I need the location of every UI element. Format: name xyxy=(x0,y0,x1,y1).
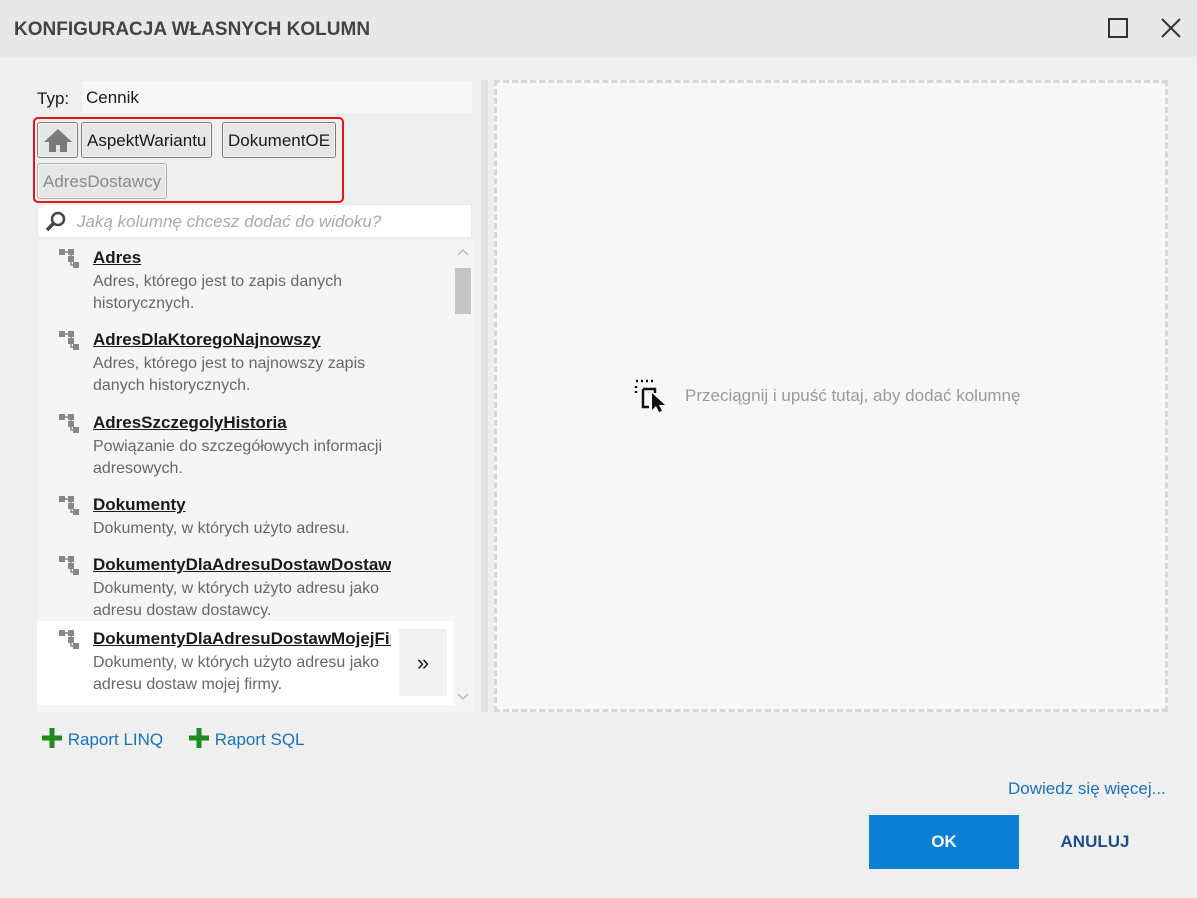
breadcrumb: AspektWariantu DokumentOE AdresDostawcy xyxy=(33,117,344,203)
add-linq-report-label: Raport LINQ xyxy=(67,730,164,749)
item-description: Adres, którego jest to najnowszy zapis d… xyxy=(93,355,366,394)
maximize-icon xyxy=(1108,18,1128,38)
relation-icon xyxy=(59,630,79,649)
search-placeholder: Jaką kolumnę chcesz dodać do widoku? xyxy=(77,212,382,231)
home-button[interactable] xyxy=(37,122,78,158)
maximize-button[interactable] xyxy=(1104,14,1132,42)
add-sql-report-link[interactable]: Raport SQL xyxy=(188,727,305,750)
plus-icon xyxy=(189,728,209,748)
learn-more-link[interactable]: Dowiedz się więcej... xyxy=(1008,779,1166,799)
cancel-button[interactable]: ANULUJ xyxy=(1045,815,1145,869)
scroll-down-icon xyxy=(457,693,469,701)
home-icon xyxy=(44,129,72,152)
plus-icon xyxy=(42,728,62,748)
item-name[interactable]: DokumentyDlaAdresuDostawMojejFirmy xyxy=(93,629,391,649)
scrollbar-thumb[interactable] xyxy=(455,268,471,314)
item-description: Dokumenty, w których użyto adresu jako a… xyxy=(93,654,380,693)
drop-zone[interactable]: Przeciągnij i upuść tutaj, aby dodać kol… xyxy=(494,80,1168,712)
title-bar: KONFIGURACJA WŁASNYCH KOLUMN xyxy=(0,0,1197,57)
breadcrumb-item[interactable]: AspektWariantu xyxy=(81,122,213,158)
scrollbar[interactable] xyxy=(453,240,473,712)
add-sql-report-label: Raport SQL xyxy=(214,730,305,749)
drop-zone-text: Przeciągnij i upuść tutaj, aby dodać kol… xyxy=(685,386,1021,405)
list-item[interactable]: AdresDlaKtoregoNajnowszy Adres, którego … xyxy=(37,322,453,406)
breadcrumb-item-current[interactable]: AdresDostawcy xyxy=(37,163,168,199)
item-name[interactable]: AdresDlaKtoregoNajnowszy xyxy=(93,330,391,350)
breadcrumb-item[interactable]: DokumentOE xyxy=(222,122,337,158)
item-name[interactable]: AdresSzczegolyHistoria xyxy=(93,413,391,433)
list-item[interactable]: Dokumenty Dokumenty, w których użyto adr… xyxy=(37,487,453,571)
ok-button[interactable]: OK xyxy=(869,815,1019,869)
window-title: KONFIGURACJA WŁASNYCH KOLUMN xyxy=(14,19,371,40)
item-name[interactable]: Dokumenty xyxy=(93,495,391,515)
drag-drop-icon xyxy=(634,379,665,412)
item-name[interactable]: Adres xyxy=(93,248,391,268)
close-icon xyxy=(1161,18,1181,38)
splitter[interactable] xyxy=(481,80,488,712)
close-button[interactable] xyxy=(1157,14,1185,42)
list-item[interactable]: DokumentyDlaAdresuDostawMojejFirmy Dokum… xyxy=(37,621,453,705)
search-input[interactable]: Jaką kolumnę chcesz dodać do widoku? xyxy=(37,204,472,238)
relation-icon xyxy=(59,496,79,515)
list-item[interactable]: AdresSzczegolyHistoria Powiązanie do szc… xyxy=(37,405,453,489)
relation-icon xyxy=(59,414,79,433)
add-linq-report-link[interactable]: Raport LINQ xyxy=(41,727,163,750)
item-description: Powiązanie do szczegółowych informacji a… xyxy=(93,438,383,477)
item-description: Dokumenty, w których użyto adresu. xyxy=(93,520,350,537)
item-description: Adres, którego jest to zapis danych hist… xyxy=(93,273,343,312)
item-description: Dokumenty, w których użyto adresu jako a… xyxy=(93,580,380,619)
type-value: Cennik xyxy=(82,81,472,113)
scroll-up-icon xyxy=(457,248,469,256)
add-column-button[interactable]: » xyxy=(399,629,447,696)
search-icon xyxy=(45,211,66,232)
column-list: DokumentyDlaAdresuDostawMojejFirmy Dokum… xyxy=(37,240,473,712)
relation-icon xyxy=(59,331,79,350)
type-label: Typ: xyxy=(37,89,70,108)
list-item[interactable]: Adres Adres, którego jest to zapis danyc… xyxy=(37,240,453,324)
relation-icon xyxy=(59,249,79,268)
